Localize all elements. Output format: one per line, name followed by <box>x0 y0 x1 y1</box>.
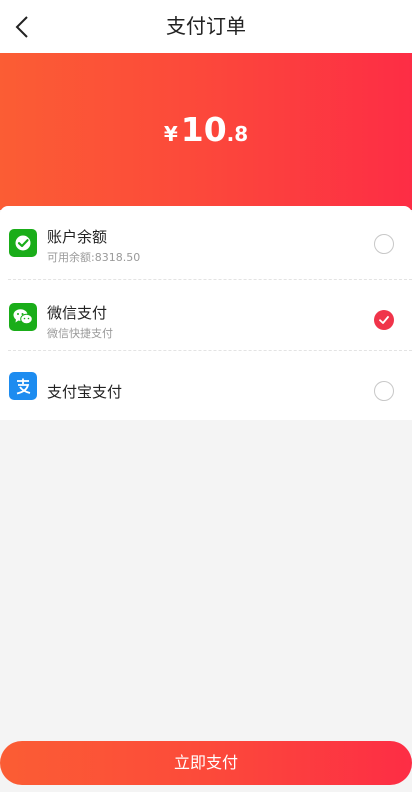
wallet-icon <box>9 229 37 257</box>
currency-symbol: ¥ <box>163 122 178 146</box>
payment-method-list: 账户余额 可用余额:8318.50 微信支付 微信快捷支付 支付宝支付 <box>0 206 412 420</box>
check-icon <box>379 316 389 324</box>
payment-option-title: 账户余额 <box>47 228 108 246</box>
payment-option-balance[interactable]: 账户余额 可用余额:8318.50 <box>0 206 412 276</box>
amount-decimal: .8 <box>226 122 249 146</box>
pay-now-button[interactable]: 立即支付 <box>0 741 412 785</box>
radio-unchecked[interactable] <box>374 381 394 401</box>
amount-banner: ¥ 10 .8 <box>0 53 412 210</box>
radio-unchecked[interactable] <box>374 234 394 254</box>
payment-option-wechat[interactable]: 微信支付 微信快捷支付 <box>0 280 412 350</box>
order-amount: ¥ 10 .8 <box>164 110 248 149</box>
wechat-icon <box>9 303 37 331</box>
payment-option-title: 支付宝支付 <box>47 383 123 401</box>
payment-option-title: 微信支付 <box>47 304 108 322</box>
radio-checked[interactable] <box>374 310 394 330</box>
payment-option-subtitle: 微信快捷支付 <box>47 327 113 340</box>
amount-integer: 10 <box>180 110 227 149</box>
payment-option-alipay[interactable]: 支付宝支付 <box>0 351 412 421</box>
top-nav-bar: 支付订单 <box>0 0 412 53</box>
available-balance: 可用余额:8318.50 <box>47 251 141 264</box>
alipay-icon <box>9 372 37 400</box>
page-title: 支付订单 <box>166 14 246 38</box>
